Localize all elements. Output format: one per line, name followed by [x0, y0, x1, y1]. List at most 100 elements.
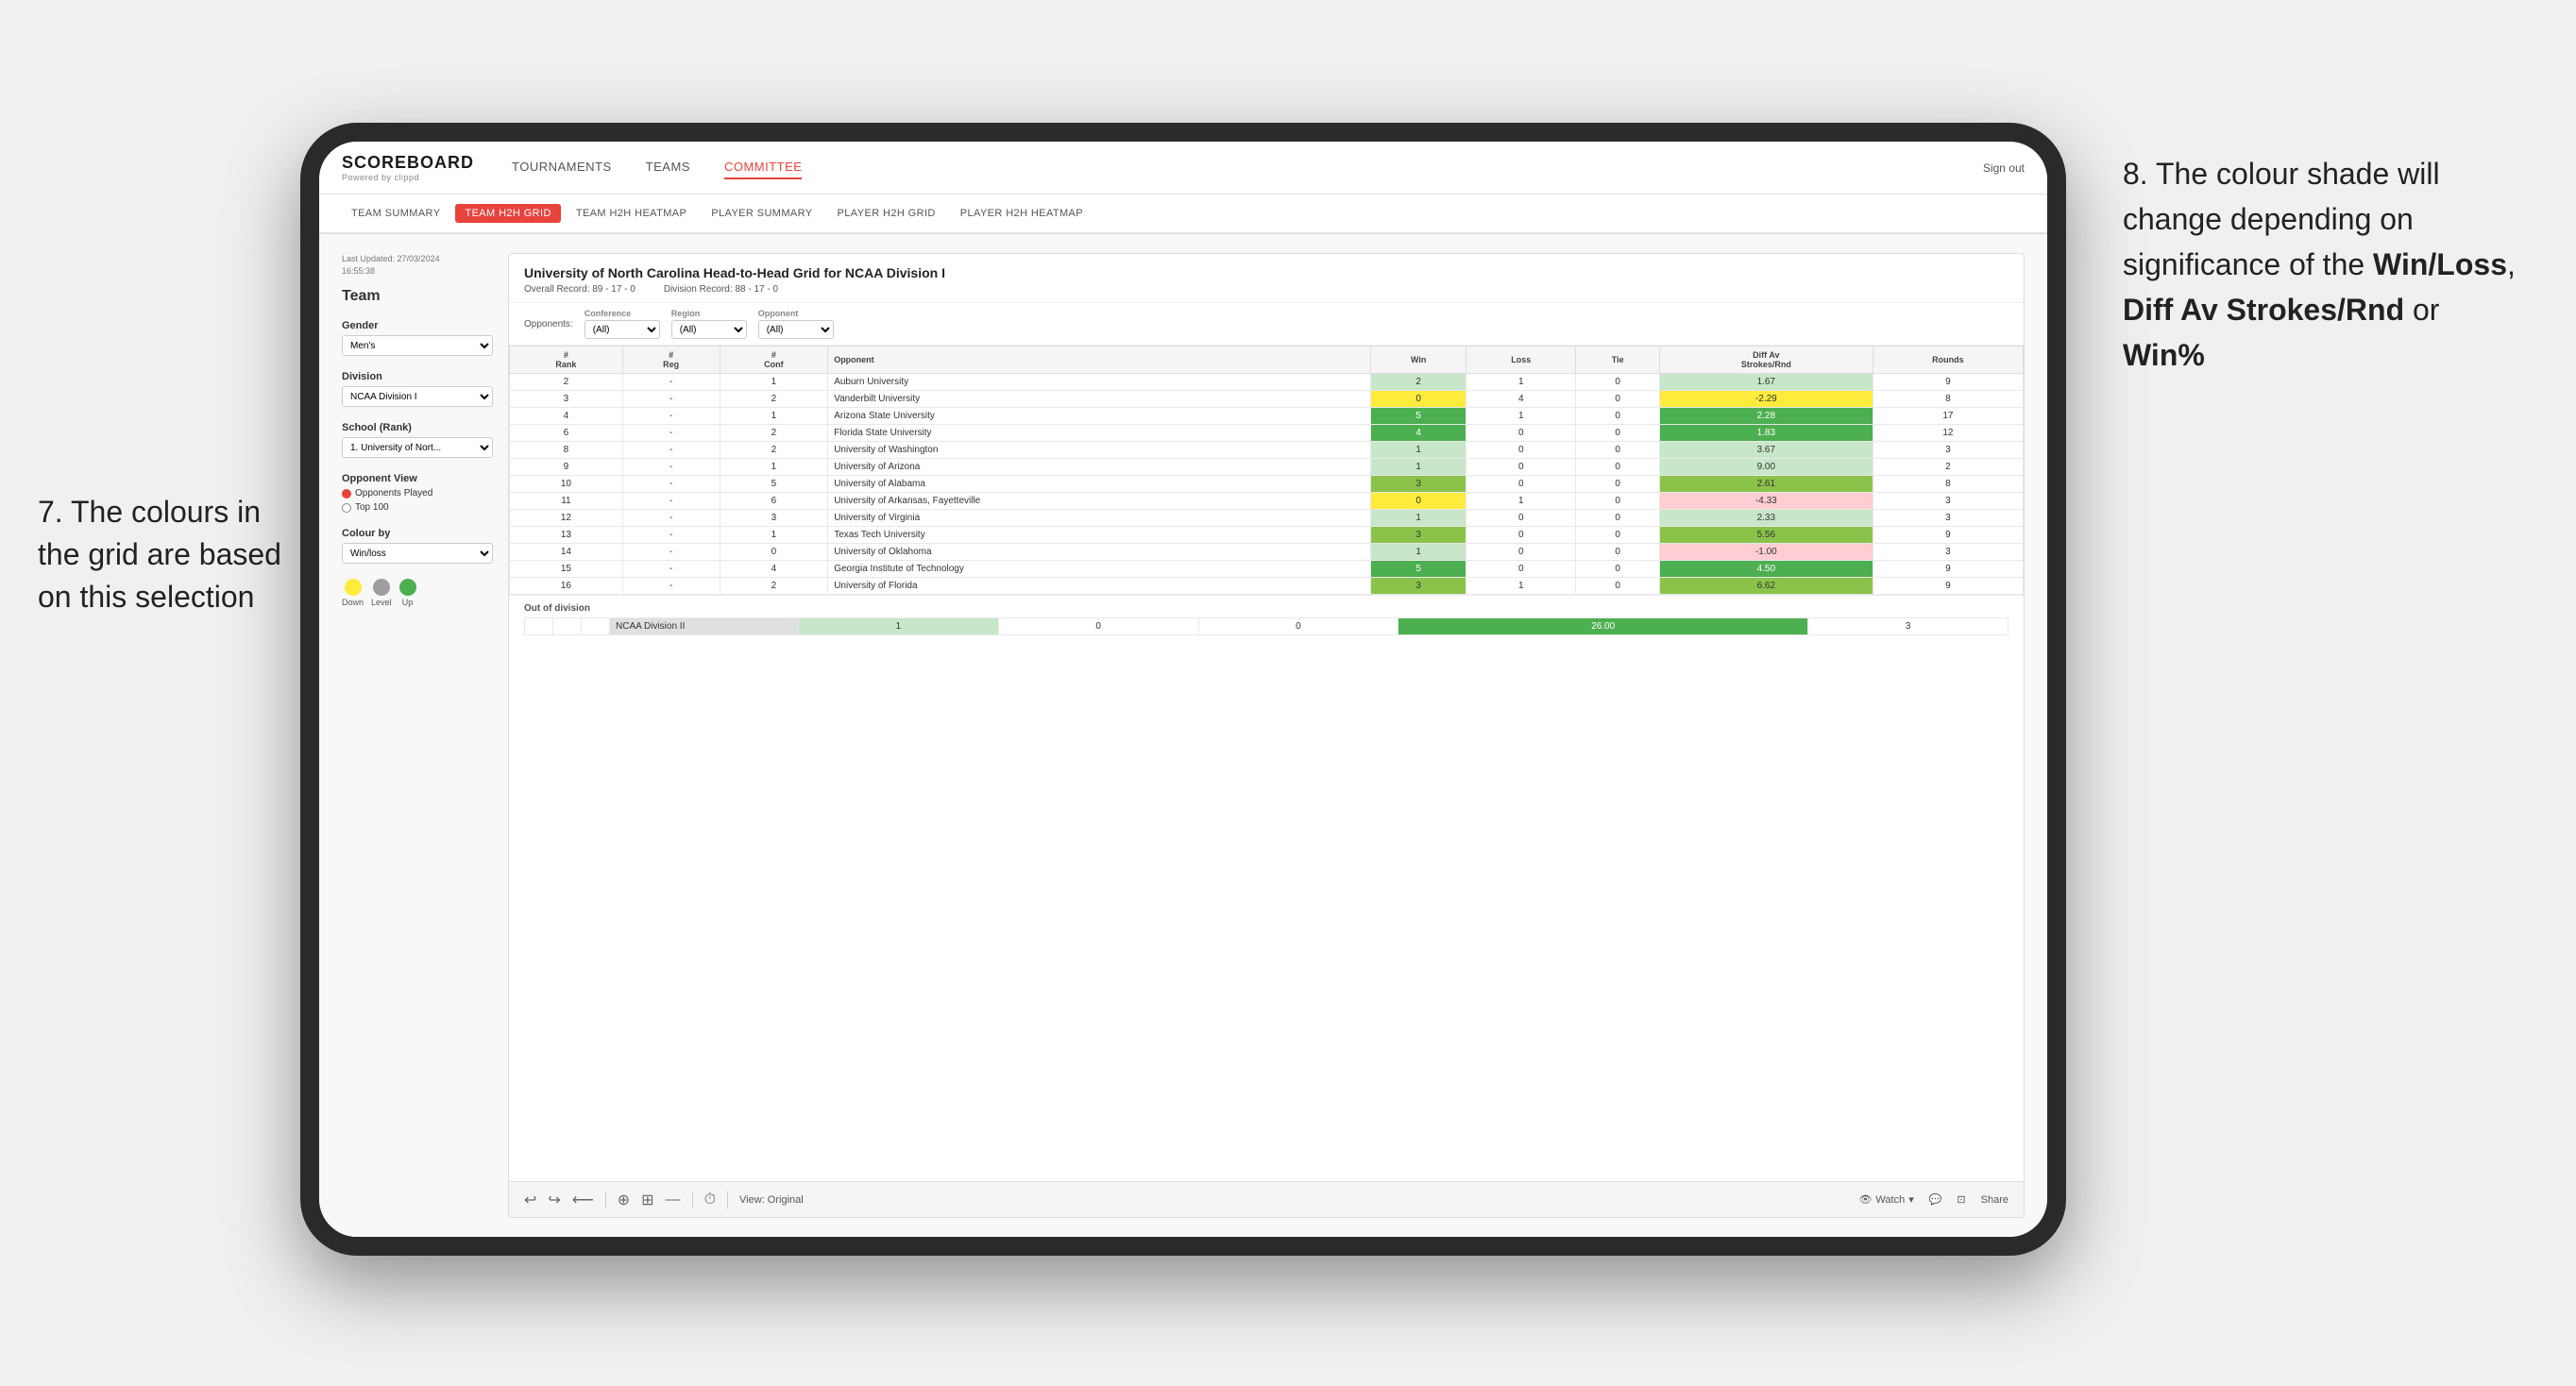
- cell-conf: 2: [720, 578, 828, 595]
- out-of-division: Out of division NCAA Division II 1 0: [509, 595, 2024, 643]
- cell-tie: 0: [1576, 510, 1659, 527]
- radio-opponents-label: Opponents Played: [355, 488, 432, 499]
- nav-teams[interactable]: TEAMS: [646, 156, 690, 179]
- colour-by-label: Colour by: [342, 528, 493, 539]
- conference-filter-label: Conference: [585, 309, 660, 318]
- radio-top100[interactable]: Top 100: [342, 502, 493, 513]
- cell-loss: 0: [1466, 527, 1576, 544]
- cell-reg: -: [622, 527, 720, 544]
- sign-out-link[interactable]: Sign out: [1983, 161, 2025, 175]
- toolbar-sep3: [727, 1192, 728, 1209]
- toolbar-view: View: Original: [739, 1194, 804, 1206]
- cell-rounds: 9: [1873, 374, 2023, 391]
- gender-section: Gender Men's: [342, 320, 493, 356]
- toolbar-grid[interactable]: ⊞: [641, 1191, 653, 1209]
- subnav-player-h2h-heatmap[interactable]: PLAYER H2H HEATMAP: [951, 204, 1093, 223]
- cell-tie: 0: [1576, 527, 1659, 544]
- toolbar-watch[interactable]: 👁 Watch ▾: [1858, 1193, 1913, 1206]
- school-select[interactable]: 1. University of Nort...: [342, 437, 493, 458]
- opponent-filter: Opponent (All): [758, 309, 834, 339]
- table-body: 2 - 1 Auburn University 2 1 0 1.67 9 3 -…: [510, 374, 2024, 595]
- cell-loss: 1: [1466, 408, 1576, 425]
- toolbar-share[interactable]: Share: [1981, 1194, 2008, 1206]
- cell-rounds: 3: [1873, 493, 2023, 510]
- conference-filter-select[interactable]: (All): [585, 320, 660, 339]
- table-row: 10 - 5 University of Alabama 3 0 0 2.61 …: [510, 476, 2024, 493]
- od-tie: 0: [1198, 618, 1398, 635]
- opponent-view-section: Opponent View Opponents Played Top 100: [342, 473, 493, 513]
- cell-conf: 1: [720, 374, 828, 391]
- cell-rounds: 12: [1873, 425, 2023, 442]
- toolbar-undo[interactable]: ↩: [524, 1191, 536, 1209]
- cell-win: 1: [1371, 459, 1466, 476]
- toolbar-redo[interactable]: ↪: [548, 1191, 560, 1209]
- table-row: 15 - 4 Georgia Institute of Technology 5…: [510, 561, 2024, 578]
- opponent-filter-select[interactable]: (All): [758, 320, 834, 339]
- cell-rank: 12: [510, 510, 623, 527]
- cell-reg: -: [622, 408, 720, 425]
- gender-label: Gender: [342, 320, 493, 331]
- cell-rank: 8: [510, 442, 623, 459]
- colour-by-select[interactable]: Win/loss: [342, 543, 493, 564]
- subnav-team-summary[interactable]: TEAM SUMMARY: [342, 204, 449, 223]
- opponent-filter-label: Opponent: [758, 309, 834, 318]
- cell-loss: 1: [1466, 374, 1576, 391]
- toolbar-comment[interactable]: 💬: [1929, 1193, 1942, 1206]
- radio-opponents-played[interactable]: Opponents Played: [342, 488, 493, 499]
- subnav-team-h2h-grid[interactable]: TEAM H2H GRID: [455, 204, 560, 223]
- cell-conf: 4: [720, 561, 828, 578]
- logo-text: SCOREBOARD: [342, 153, 474, 173]
- nav-tournaments[interactable]: TOURNAMENTS: [512, 156, 612, 179]
- cell-win: 2: [1371, 374, 1466, 391]
- radio-group: Opponents Played Top 100: [342, 488, 493, 513]
- cell-tie: 0: [1576, 391, 1659, 408]
- cell-rounds: 9: [1873, 578, 2023, 595]
- cell-win: 5: [1371, 561, 1466, 578]
- toolbar-sep1: [605, 1192, 606, 1209]
- cell-loss: 1: [1466, 493, 1576, 510]
- cell-diff: 5.56: [1659, 527, 1873, 544]
- region-filter-select[interactable]: (All): [671, 320, 747, 339]
- cell-conf: 1: [720, 527, 828, 544]
- toolbar-copy[interactable]: ⊕: [618, 1191, 630, 1209]
- division-select[interactable]: NCAA Division I: [342, 386, 493, 407]
- cell-reg: -: [622, 510, 720, 527]
- cell-opponent: Vanderbilt University: [828, 391, 1371, 408]
- table-header-row: # Rank # Reg # Conf Opponent Win Loss Ti…: [510, 346, 2024, 374]
- subnav-player-h2h-grid[interactable]: PLAYER H2H GRID: [828, 204, 945, 223]
- cell-reg: -: [622, 442, 720, 459]
- table-row: 16 - 2 University of Florida 3 1 0 6.62 …: [510, 578, 2024, 595]
- overall-record: Overall Record: 89 - 17 - 0: [524, 284, 636, 295]
- toolbar-dash[interactable]: —: [666, 1192, 681, 1209]
- left-panel: Last Updated: 27/03/2024 16:55:38 Team G…: [342, 253, 493, 1218]
- grid-title: University of North Carolina Head-to-Hea…: [524, 265, 2008, 280]
- cell-conf: 1: [720, 459, 828, 476]
- cell-loss: 0: [1466, 459, 1576, 476]
- toolbar-back[interactable]: ⟵: [572, 1191, 594, 1209]
- cell-rank: 11: [510, 493, 623, 510]
- cell-opponent: University of Oklahoma: [828, 544, 1371, 561]
- cell-rounds: 2: [1873, 459, 2023, 476]
- annotation-or: or: [2404, 293, 2439, 327]
- main-content: Last Updated: 27/03/2024 16:55:38 Team G…: [319, 234, 2047, 1237]
- subnav-team-h2h-heatmap[interactable]: TEAM H2H HEATMAP: [567, 204, 696, 223]
- cell-rounds: 17: [1873, 408, 2023, 425]
- toolbar-clock[interactable]: ⏱: [704, 1192, 716, 1209]
- cell-rounds: 9: [1873, 561, 2023, 578]
- gender-select[interactable]: Men's: [342, 335, 493, 356]
- toolbar-share-icon[interactable]: ⊡: [1957, 1193, 1965, 1206]
- cell-tie: 0: [1576, 561, 1659, 578]
- cell-reg: -: [622, 374, 720, 391]
- od-reg: [553, 618, 582, 635]
- toolbar-right: 👁 Watch ▾ 💬 ⊡ Share: [1858, 1193, 2008, 1206]
- nav-items: TOURNAMENTS TEAMS COMMITTEE: [512, 156, 1983, 179]
- nav-committee[interactable]: COMMITTEE: [724, 156, 803, 179]
- table-row: 3 - 2 Vanderbilt University 0 4 0 -2.29 …: [510, 391, 2024, 408]
- radio-dot-opponents: [342, 489, 351, 499]
- cell-opponent: University of Arizona: [828, 459, 1371, 476]
- legend-down: Down: [342, 579, 364, 607]
- subnav-player-summary[interactable]: PLAYER SUMMARY: [702, 204, 822, 223]
- cell-win: 1: [1371, 510, 1466, 527]
- th-tie: Tie: [1576, 346, 1659, 374]
- table-row: 11 - 6 University of Arkansas, Fayettevi…: [510, 493, 2024, 510]
